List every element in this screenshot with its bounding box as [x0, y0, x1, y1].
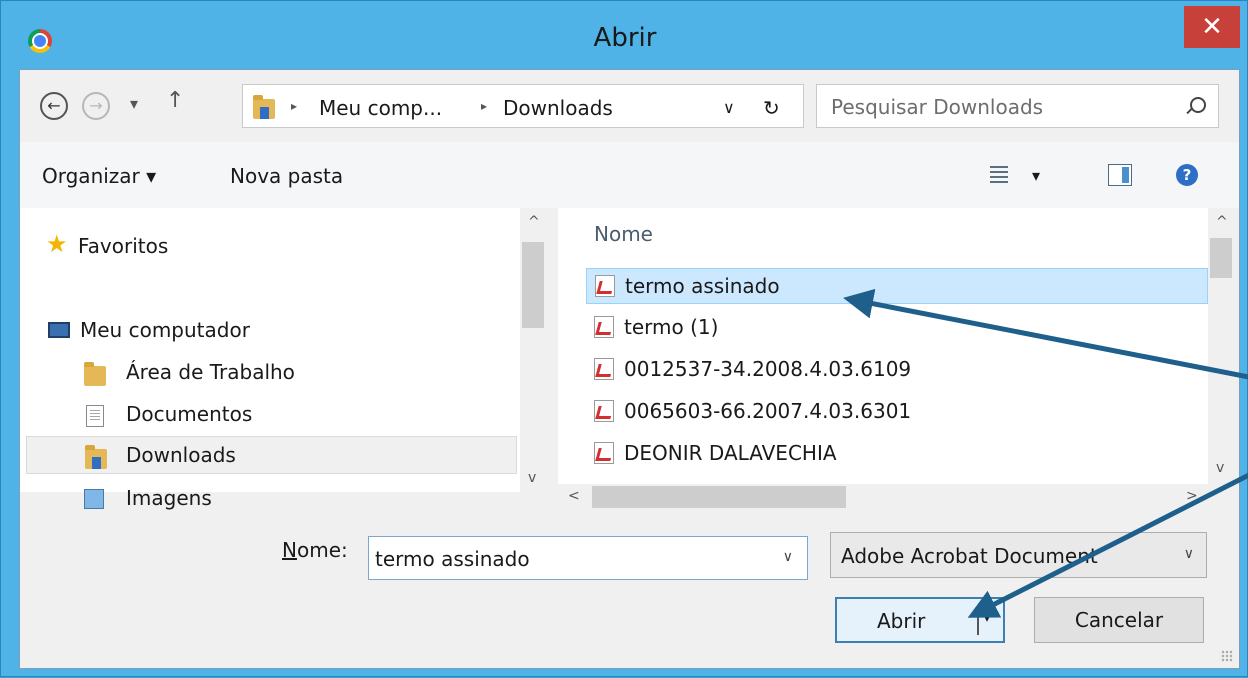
file-type-dropdown-icon[interactable]: ∨ — [1184, 546, 1194, 562]
file-item[interactable]: DEONIR DALAVECHIA — [586, 436, 1208, 472]
scroll-thumb[interactable] — [1210, 238, 1232, 278]
up-button[interactable]: ↑ — [166, 88, 184, 113]
breadcrumb-computer[interactable]: Meu comp... — [319, 96, 442, 120]
file-item[interactable]: 0012537-34.2008.4.03.6109 — [586, 352, 1208, 388]
close-button[interactable]: ✕ — [1184, 6, 1240, 48]
pdf-file-icon — [594, 400, 614, 422]
nav-item-label: Favoritos — [78, 234, 169, 258]
nav-scrollbar[interactable]: ^ v — [520, 208, 546, 492]
file-list-vscrollbar[interactable]: ^ v — [1208, 208, 1234, 484]
open-button-label: Abrir — [877, 609, 926, 633]
navigation-pane: ★ Favoritos Meu computador Área de Traba… — [20, 208, 546, 510]
address-dropdown-icon[interactable]: ∨ — [723, 98, 735, 117]
file-item-label: DEONIR DALAVECHIA — [624, 441, 837, 465]
pictures-icon — [84, 489, 104, 509]
search-icon[interactable] — [1190, 97, 1206, 113]
command-bar: Organizar ▾ Nova pasta ▾ ? — [20, 142, 1239, 208]
pdf-file-icon — [594, 316, 614, 338]
file-item-label: termo assinado — [625, 274, 780, 298]
file-type-value: Adobe Acrobat Document — [841, 544, 1098, 568]
back-button[interactable]: ← — [40, 92, 68, 120]
file-name-label: Nome: — [282, 538, 348, 562]
preview-pane-icon[interactable] — [1108, 164, 1132, 186]
view-options-icon[interactable] — [990, 166, 1008, 184]
scroll-down-icon[interactable]: v — [528, 470, 536, 486]
desktop-folder-icon — [84, 362, 106, 386]
file-item[interactable]: termo (1) — [586, 310, 1208, 346]
help-icon[interactable]: ? — [1176, 164, 1198, 186]
file-item-label: 0065603-66.2007.4.03.6301 — [624, 399, 912, 423]
search-input[interactable]: Pesquisar Downloads — [831, 95, 1043, 119]
breadcrumb-separator-icon: ▸ — [291, 99, 298, 113]
window-title: Abrir — [593, 23, 657, 53]
file-name-dropdown-icon[interactable]: ∨ — [783, 549, 793, 565]
nav-item-label: Imagens — [126, 486, 212, 510]
file-name-input[interactable]: termo assinado ∨ — [368, 536, 808, 580]
open-split-chevron-icon[interactable]: ▾ — [983, 607, 991, 626]
file-name-label-accesskey: N — [282, 538, 297, 562]
nav-item-favorites[interactable]: ★ Favoritos — [20, 228, 519, 266]
file-name-value[interactable]: termo assinado — [375, 547, 530, 571]
open-button[interactable]: Abrir ▾ — [835, 597, 1005, 643]
computer-icon — [48, 322, 70, 338]
scroll-thumb[interactable] — [522, 242, 544, 328]
nav-item-label: Meu computador — [80, 318, 250, 342]
refresh-button[interactable]: ↻ — [763, 96, 780, 120]
organize-button[interactable]: Organizar ▾ — [42, 164, 156, 188]
cancel-button[interactable]: Cancelar — [1034, 597, 1204, 643]
file-list-hscrollbar[interactable]: < > — [558, 484, 1208, 510]
scroll-thumb[interactable] — [592, 486, 846, 508]
new-folder-button[interactable]: Nova pasta — [230, 164, 343, 188]
scroll-up-icon[interactable]: ^ — [528, 214, 540, 230]
nav-item-desktop[interactable]: Área de Trabalho — [20, 354, 519, 392]
scroll-right-icon[interactable]: > — [1186, 488, 1198, 504]
file-name-label-rest: ome: — [296, 538, 348, 562]
file-item-label: 0012537-34.2008.4.03.6109 — [624, 357, 912, 381]
view-dropdown-chevron-icon[interactable]: ▾ — [1032, 166, 1040, 185]
file-item-label: termo (1) — [624, 315, 719, 339]
address-bar[interactable]: ▸ Meu comp... ▸ Downloads ∨ ↻ — [242, 84, 804, 128]
file-item-selected[interactable]: termo assinado — [586, 268, 1208, 304]
split-divider — [977, 607, 979, 635]
scroll-up-icon[interactable]: ^ — [1216, 214, 1228, 230]
nav-item-computer[interactable]: Meu computador — [20, 312, 519, 350]
nav-item-documents[interactable]: Documentos — [20, 396, 519, 434]
nav-item-label: Downloads — [126, 443, 236, 467]
recent-locations-chevron-icon[interactable]: ▾ — [130, 94, 138, 113]
nav-item-downloads[interactable]: Downloads — [26, 436, 517, 474]
nav-item-label: Área de Trabalho — [126, 360, 295, 384]
nav-item-pictures[interactable]: Imagens — [20, 480, 519, 518]
dialog-client: ← → ▾ ↑ ▸ Meu comp... ▸ Downloads ∨ ↻ Pe… — [19, 69, 1240, 669]
pdf-file-icon — [595, 275, 615, 297]
pdf-file-icon — [594, 442, 614, 464]
file-item[interactable]: 0065603-66.2007.4.03.6301 — [586, 394, 1208, 430]
breadcrumb-downloads[interactable]: Downloads — [503, 96, 613, 120]
downloads-folder-icon — [85, 445, 107, 469]
star-icon: ★ — [46, 230, 68, 258]
resize-grip-icon[interactable] — [1221, 650, 1233, 662]
window-frame: Abrir ✕ ← → ▾ ↑ ▸ Meu comp... ▸ Download… — [0, 0, 1248, 677]
file-list-pane: Nome termo assinado termo (1) 0012537-34… — [558, 208, 1208, 492]
nav-item-label: Documentos — [126, 402, 253, 426]
documents-icon — [86, 405, 104, 427]
downloads-folder-icon — [253, 95, 275, 119]
column-header-name[interactable]: Nome — [594, 222, 653, 246]
file-type-select[interactable]: Adobe Acrobat Document ∨ — [830, 532, 1207, 578]
breadcrumb-separator-icon: ▸ — [481, 99, 488, 113]
scroll-left-icon[interactable]: < — [568, 488, 580, 504]
forward-button[interactable]: → — [82, 92, 110, 120]
search-box[interactable]: Pesquisar Downloads — [816, 84, 1219, 128]
scroll-down-icon[interactable]: v — [1216, 460, 1224, 476]
pdf-file-icon — [594, 358, 614, 380]
